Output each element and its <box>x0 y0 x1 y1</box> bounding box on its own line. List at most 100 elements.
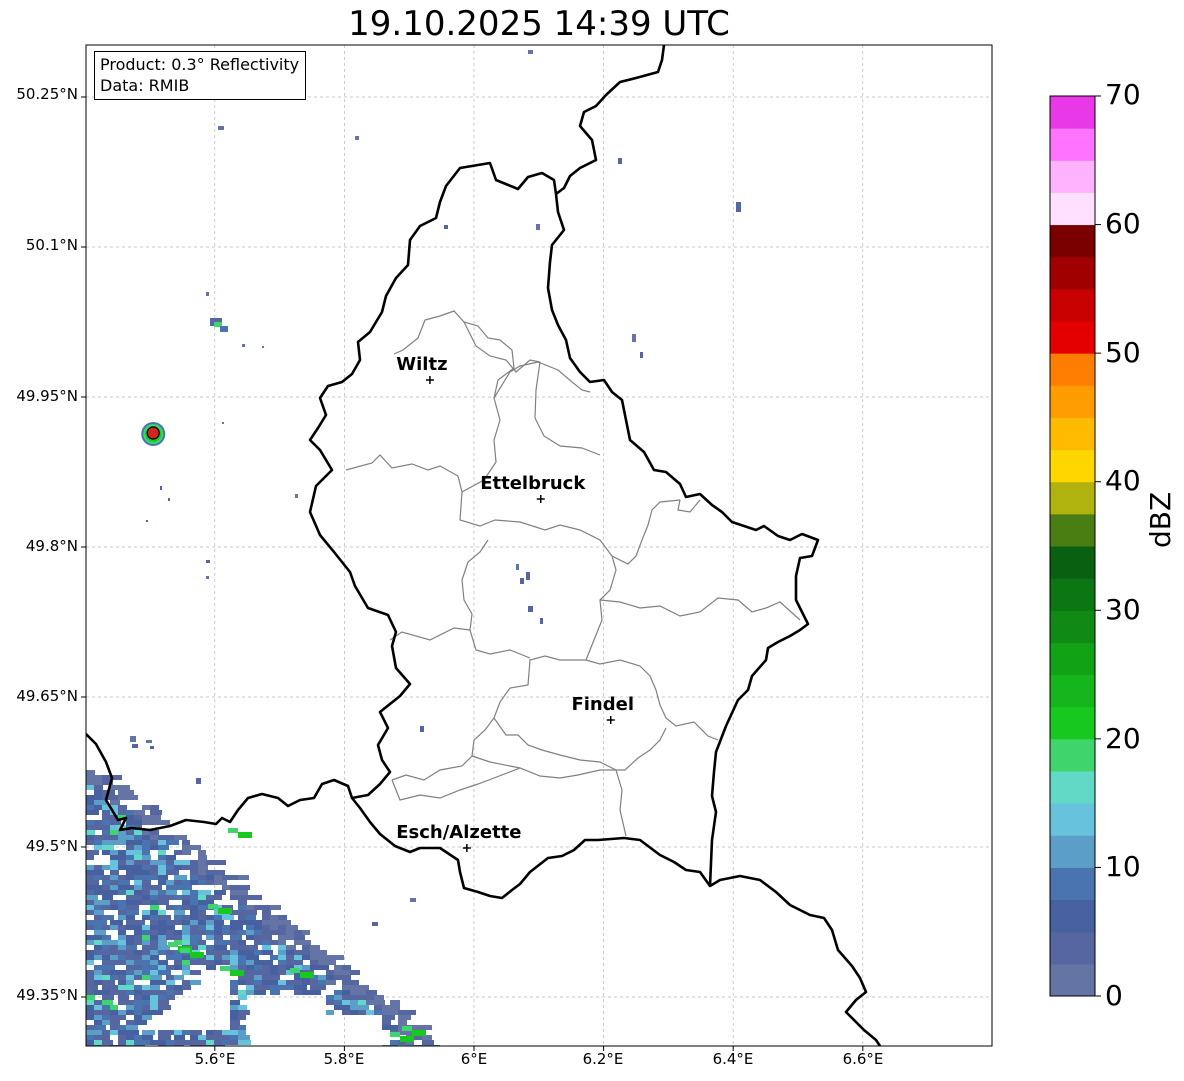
echo-cell <box>198 880 206 885</box>
echo-cell <box>254 895 262 900</box>
echo-cell <box>142 985 150 990</box>
echo-cell <box>150 1010 163 1015</box>
echo-cell <box>736 202 741 212</box>
echo-cell <box>94 935 103 940</box>
echo-cell <box>174 880 182 885</box>
echo-cell <box>158 845 169 850</box>
echo-cell <box>182 850 191 855</box>
echo-cell <box>160 486 162 490</box>
echo-cell <box>118 1015 126 1020</box>
echo-cell <box>142 945 151 950</box>
lon-tick-label: 6.2°E <box>582 1050 624 1068</box>
echo-cell <box>270 985 278 990</box>
colorbar-segment <box>1050 160 1095 193</box>
lat-tick-label: 49.65°N <box>16 687 78 705</box>
echo-cell <box>214 920 224 925</box>
echo-cell <box>94 870 104 875</box>
colorbar-segment <box>1050 738 1095 772</box>
echo-cell <box>222 940 230 945</box>
echo-cell <box>238 900 247 905</box>
echo-cell <box>86 850 99 855</box>
echo-cell <box>238 875 249 880</box>
echo-cell <box>286 945 296 950</box>
echo-cell <box>246 945 258 950</box>
echo-cell <box>150 970 158 975</box>
echo-cell <box>166 995 175 1000</box>
echo-cell <box>214 890 226 895</box>
echo-cell <box>242 344 245 347</box>
echo-cell <box>390 1032 400 1037</box>
echo-cell <box>196 778 201 784</box>
echo-cell <box>174 875 187 880</box>
echo-cell <box>166 980 175 985</box>
echo-cell <box>238 1040 251 1045</box>
echo-cell <box>174 975 184 980</box>
echo-cell <box>94 910 104 915</box>
canton-boundary <box>461 539 531 659</box>
echo-cell <box>238 1030 246 1035</box>
echo-cell <box>206 965 216 970</box>
echo-cell <box>230 890 239 895</box>
echo-cell <box>198 910 206 915</box>
echo-cell <box>536 224 540 230</box>
echo-cell <box>134 930 142 935</box>
echo-cell <box>126 980 134 985</box>
echo-cell <box>134 960 143 965</box>
echo-cell <box>238 950 247 955</box>
echo-cell <box>334 970 343 975</box>
echo-cell <box>118 785 130 790</box>
echo-cell <box>270 940 279 945</box>
echo-cell <box>214 940 223 945</box>
echo-cell <box>150 875 159 880</box>
echo-cell <box>262 945 271 950</box>
echo-cell <box>158 880 167 885</box>
echo-cell <box>118 930 126 935</box>
echo-cell <box>262 950 273 955</box>
echo-cell <box>262 960 273 965</box>
echo-cell <box>168 942 178 947</box>
echo-cell <box>150 885 162 890</box>
echo-cell <box>420 726 424 732</box>
echo-cell <box>94 785 103 790</box>
echo-cell <box>118 945 127 950</box>
echo-cell <box>528 50 533 54</box>
echo-cell <box>318 950 327 955</box>
echo-cell <box>230 960 238 965</box>
echo-cell <box>238 1005 247 1010</box>
echo-cell <box>94 1020 103 1025</box>
echo-cell <box>142 935 151 940</box>
echo-cell <box>190 920 199 925</box>
echo-cell <box>262 905 270 910</box>
echo-cell <box>110 945 119 950</box>
echo-cell <box>118 995 129 1000</box>
echo-cell <box>190 1030 202 1035</box>
echo-cell <box>126 885 134 890</box>
echo-cell <box>94 970 102 975</box>
echo-cell <box>110 835 119 840</box>
echo-cell <box>238 1025 246 1030</box>
echo-cell <box>142 855 151 860</box>
echo-cell <box>406 1010 416 1015</box>
echo-cell <box>126 955 135 960</box>
colorbar-segment <box>1050 963 1095 997</box>
echo-cell <box>326 975 334 980</box>
echo-cell <box>118 1000 126 1005</box>
echo-cell <box>126 790 134 795</box>
echo-cell <box>198 905 206 910</box>
lon-tick-label: 6°E <box>460 1050 488 1068</box>
echo-cell <box>158 970 171 975</box>
echo-cell <box>94 805 102 810</box>
colorbar-tick-label: 60 <box>1105 207 1141 240</box>
colorbar-segment <box>1050 449 1095 483</box>
lon-tick-label: 6.4°E <box>712 1050 754 1068</box>
echo-cell <box>126 830 135 835</box>
echo-cell <box>118 880 130 885</box>
echo-cell <box>222 915 234 920</box>
echo-cell <box>134 925 142 930</box>
echo-cell <box>174 985 183 990</box>
echo-cell <box>198 1040 207 1045</box>
echo-cell <box>214 935 223 940</box>
echo-cell <box>126 910 139 915</box>
echo-cell <box>86 830 95 835</box>
echo-cell <box>294 930 302 935</box>
